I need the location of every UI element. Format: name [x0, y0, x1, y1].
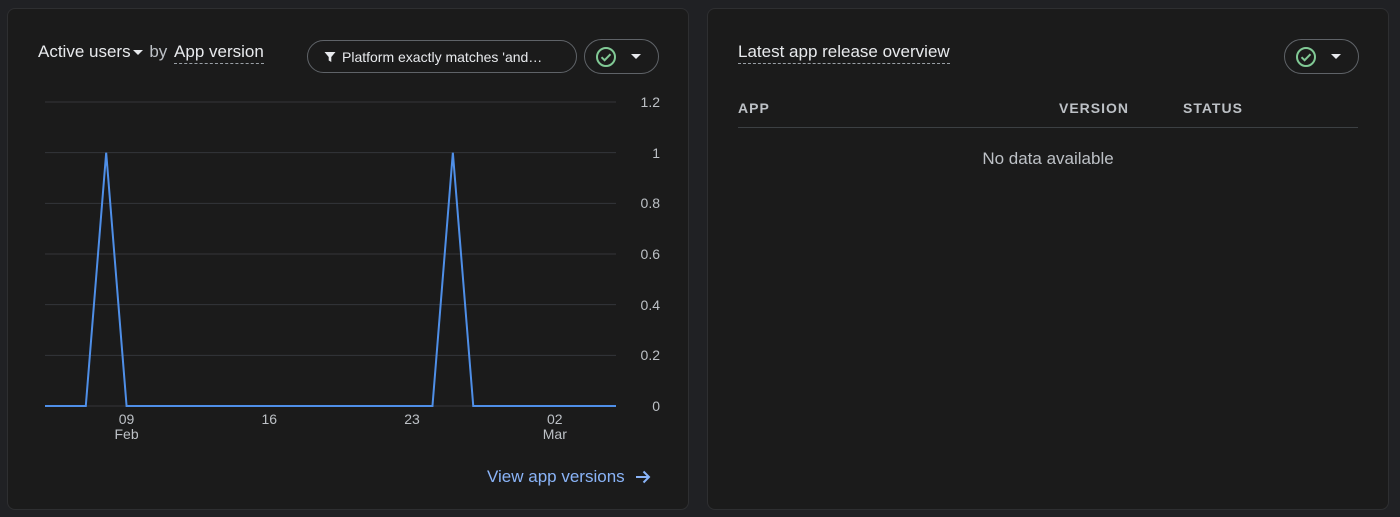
- column-header-app: APP: [738, 100, 770, 116]
- arrow-right-icon: [635, 470, 651, 484]
- view-app-versions-link[interactable]: View app versions: [487, 467, 651, 487]
- x-tick-label: 23: [404, 411, 420, 427]
- y-tick-label: 0.6: [640, 246, 660, 262]
- card-title: Latest app release overview: [738, 42, 950, 64]
- chevron-down-icon: [1331, 54, 1341, 59]
- header-divider: [738, 127, 1358, 128]
- y-tick-label: 0.8: [640, 195, 660, 212]
- latest-release-card: Latest app release overview APP VERSION …: [707, 8, 1389, 510]
- x-tick-label: 02 Mar: [542, 411, 567, 442]
- y-tick-label: 0.2: [640, 347, 660, 364]
- empty-state-message: No data available: [982, 149, 1114, 168]
- active-users-chart: [45, 101, 616, 407]
- y-tick-label: 1: [652, 144, 660, 161]
- column-header-status: STATUS: [1183, 100, 1243, 116]
- y-tick-label: 0: [652, 398, 660, 414]
- y-tick-label: 1.2: [640, 94, 660, 110]
- link-label: View app versions: [487, 467, 625, 486]
- x-tick-label: 09 Feb: [114, 411, 139, 442]
- y-tick-label: 0.4: [640, 296, 660, 313]
- x-tick-label: 16: [261, 411, 278, 427]
- active-users-card: Active users by App version Platform exa…: [7, 8, 689, 510]
- column-header-version: VERSION: [1059, 100, 1130, 116]
- release-overview-title[interactable]: Latest app release overview: [738, 42, 950, 64]
- status-dropdown[interactable]: [1284, 39, 1359, 74]
- check-circle-icon: [1296, 46, 1316, 67]
- series-line: [45, 152, 616, 407]
